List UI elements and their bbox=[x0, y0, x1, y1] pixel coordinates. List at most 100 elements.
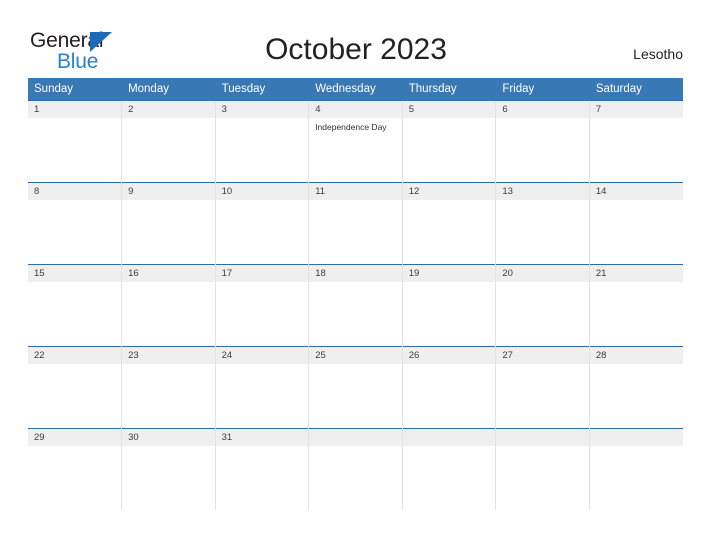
day-cell[interactable]: 22 bbox=[28, 347, 122, 428]
day-cell[interactable]: 16 bbox=[122, 265, 215, 346]
calendar-cell[interactable]: 31 bbox=[215, 428, 310, 510]
calendar-cell[interactable]: 4 Independence Day bbox=[308, 100, 403, 183]
calendar-cell[interactable]: 24 bbox=[215, 346, 310, 429]
calendar-cell[interactable]: 2 bbox=[121, 100, 216, 183]
calendar-cell[interactable] bbox=[402, 428, 497, 510]
day-number: 7 bbox=[589, 101, 683, 118]
calendar-cell[interactable]: 23 bbox=[121, 346, 216, 429]
calendar-page: General Blue October 2023 Lesotho Sunday… bbox=[0, 0, 712, 550]
day-cell[interactable]: 7 bbox=[589, 101, 683, 182]
day-cell[interactable] bbox=[589, 429, 683, 510]
weekday-header-monday: Monday bbox=[121, 78, 216, 101]
day-cell[interactable]: 13 bbox=[496, 183, 589, 264]
day-cell[interactable]: 24 bbox=[215, 347, 309, 428]
calendar-cell[interactable]: 5 bbox=[402, 100, 497, 183]
day-cell[interactable]: 27 bbox=[496, 347, 589, 428]
calendar-cell[interactable]: 20 bbox=[495, 264, 590, 347]
day-cell[interactable] bbox=[402, 429, 496, 510]
calendar-cell[interactable]: 28 bbox=[589, 346, 683, 429]
calendar-cell[interactable]: 25 bbox=[308, 346, 403, 429]
page-title: October 2023 bbox=[265, 33, 447, 66]
day-cell[interactable]: 2 bbox=[122, 101, 215, 182]
calendar-week-row: 22 23 24 25 26 27 28 bbox=[28, 346, 683, 429]
day-cell[interactable]: 10 bbox=[215, 183, 309, 264]
calendar-cell[interactable]: 29 bbox=[28, 428, 123, 510]
country-label: Lesotho bbox=[633, 46, 683, 62]
day-cell[interactable]: 26 bbox=[402, 347, 496, 428]
day-cell[interactable]: 5 bbox=[402, 101, 496, 182]
day-cell[interactable]: 9 bbox=[122, 183, 215, 264]
calendar-cell[interactable]: 27 bbox=[495, 346, 590, 429]
day-number: 19 bbox=[402, 265, 496, 282]
day-cell[interactable]: 6 bbox=[496, 101, 589, 182]
calendar-cell[interactable]: 6 bbox=[495, 100, 590, 183]
day-cell[interactable]: 19 bbox=[402, 265, 496, 346]
calendar-cell[interactable]: 11 bbox=[308, 182, 403, 265]
day-cell[interactable]: 21 bbox=[589, 265, 683, 346]
calendar-cell[interactable] bbox=[589, 428, 683, 510]
calendar-week-row: 15 16 17 18 19 20 21 bbox=[28, 264, 683, 347]
day-number: 28 bbox=[589, 347, 683, 364]
day-number: 8 bbox=[28, 183, 122, 200]
day-cell[interactable]: 30 bbox=[122, 429, 215, 510]
page-header: General Blue October 2023 Lesotho bbox=[0, 0, 712, 78]
day-number: 27 bbox=[496, 347, 589, 364]
day-number: 4 bbox=[309, 101, 402, 118]
calendar-cell[interactable]: 14 bbox=[589, 182, 683, 265]
calendar-cell[interactable]: 8 bbox=[28, 182, 123, 265]
day-cell[interactable]: 14 bbox=[589, 183, 683, 264]
calendar-cell[interactable]: 17 bbox=[215, 264, 310, 347]
day-number: 5 bbox=[402, 101, 496, 118]
calendar-cell[interactable]: 1 bbox=[28, 100, 123, 183]
day-number: 14 bbox=[589, 183, 683, 200]
calendar-cell[interactable]: 3 bbox=[215, 100, 310, 183]
day-number: 11 bbox=[309, 183, 402, 200]
day-cell[interactable] bbox=[309, 429, 402, 510]
day-cell[interactable]: 1 bbox=[28, 101, 122, 182]
day-cell[interactable]: 17 bbox=[215, 265, 309, 346]
day-cell[interactable] bbox=[496, 429, 589, 510]
weekday-header-thursday: Thursday bbox=[402, 78, 497, 101]
calendar-cell[interactable]: 19 bbox=[402, 264, 497, 347]
calendar-cell[interactable]: 21 bbox=[589, 264, 683, 347]
calendar-cell[interactable]: 7 bbox=[589, 100, 683, 183]
calendar-cell[interactable]: 13 bbox=[495, 182, 590, 265]
calendar-cell[interactable]: 18 bbox=[308, 264, 403, 347]
calendar-cell[interactable]: 12 bbox=[402, 182, 497, 265]
day-cell[interactable]: 23 bbox=[122, 347, 215, 428]
calendar-cell[interactable] bbox=[495, 428, 590, 510]
day-number: 2 bbox=[122, 101, 215, 118]
day-cell[interactable]: 4 Independence Day bbox=[309, 101, 402, 182]
day-number: 10 bbox=[215, 183, 309, 200]
calendar-cell[interactable]: 30 bbox=[121, 428, 216, 510]
day-number: 9 bbox=[122, 183, 215, 200]
day-number: 15 bbox=[28, 265, 122, 282]
day-cell[interactable]: 20 bbox=[496, 265, 589, 346]
day-number bbox=[309, 429, 402, 446]
day-cell[interactable]: 25 bbox=[309, 347, 402, 428]
calendar-cell[interactable]: 22 bbox=[28, 346, 123, 429]
day-cell[interactable]: 31 bbox=[215, 429, 309, 510]
day-cell[interactable]: 8 bbox=[28, 183, 122, 264]
day-cell[interactable]: 11 bbox=[309, 183, 402, 264]
day-number: 24 bbox=[215, 347, 309, 364]
day-number: 18 bbox=[309, 265, 402, 282]
day-cell[interactable]: 3 bbox=[215, 101, 309, 182]
calendar-cell[interactable] bbox=[308, 428, 403, 510]
day-cell[interactable]: 12 bbox=[402, 183, 496, 264]
calendar-cell[interactable]: 26 bbox=[402, 346, 497, 429]
calendar-cell[interactable]: 16 bbox=[121, 264, 216, 347]
calendar-body: 1 2 3 4 Independence Day 5 6 7 8 9 10 11 12 13 14 15 16 1… bbox=[28, 100, 683, 510]
day-cell[interactable]: 28 bbox=[589, 347, 683, 428]
day-cell[interactable]: 15 bbox=[28, 265, 122, 346]
day-cell[interactable]: 29 bbox=[28, 429, 122, 510]
calendar-week-row: 1 2 3 4 Independence Day 5 6 7 bbox=[28, 100, 683, 183]
day-number: 25 bbox=[309, 347, 402, 364]
calendar-cell[interactable]: 9 bbox=[121, 182, 216, 265]
day-number: 23 bbox=[122, 347, 215, 364]
day-number: 12 bbox=[402, 183, 496, 200]
day-cell[interactable]: 18 bbox=[309, 265, 402, 346]
calendar-cell[interactable]: 10 bbox=[215, 182, 310, 265]
calendar-cell[interactable]: 15 bbox=[28, 264, 123, 347]
day-number: 31 bbox=[215, 429, 309, 446]
